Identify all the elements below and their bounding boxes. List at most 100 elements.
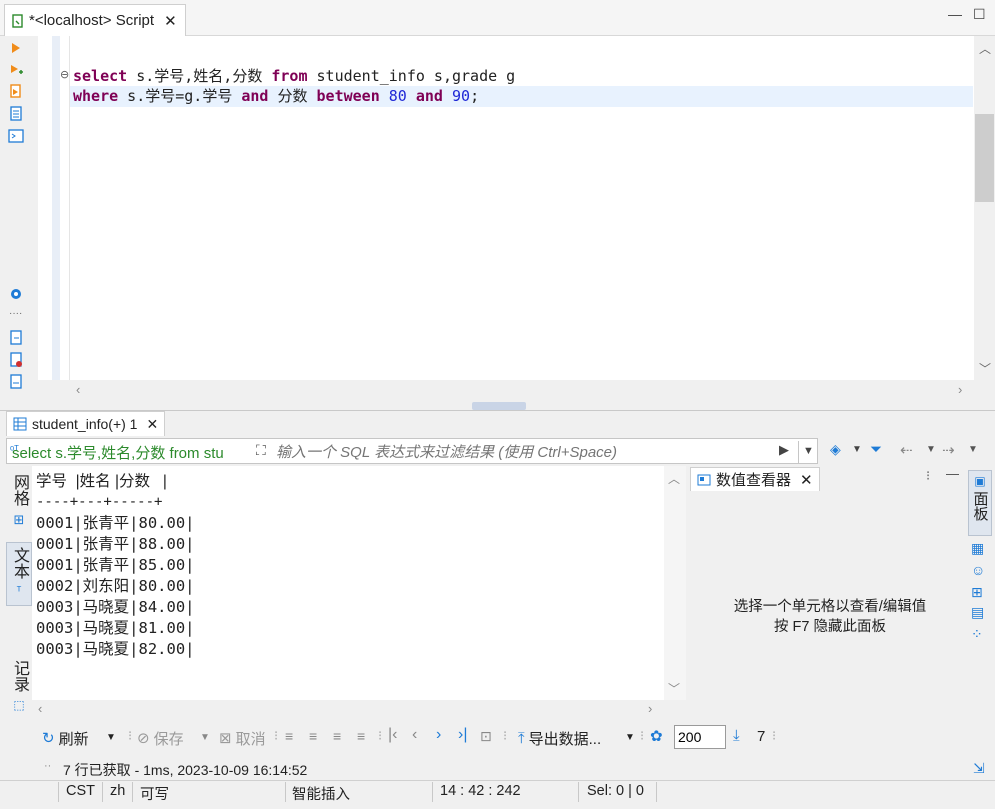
panel-toggle-icon[interactable]: ⇲ [973,760,985,777]
eraser-icon[interactable]: ◈ [830,441,841,458]
editor-ruler [52,36,60,380]
panels-icon: ▣ [974,474,986,488]
refresh-button[interactable]: ↻ 刷新 [42,728,89,748]
status-dots: ·· [44,760,52,772]
close-icon[interactable]: ✕ [146,416,158,433]
close-icon[interactable]: ✕ [164,12,177,30]
sql-keyword: select [73,67,128,85]
close-icon[interactable]: ✕ [800,471,813,489]
result-horizontal-scrollbar[interactable] [32,700,664,718]
save-label: 保存 [153,730,184,748]
scroll-up-icon[interactable]: ︿ [979,40,991,57]
execute-new-tab-icon[interactable] [8,62,24,78]
minimize-icon[interactable]: — [948,6,962,22]
tab-script[interactable]: *<localhost> Script ✕ [4,4,186,36]
toolbar-separator: ⁝ [128,728,133,743]
filter-history-dropdown-icon[interactable]: ▼ [798,441,818,463]
splitter-handle[interactable] [472,402,526,410]
editor-side-toolbar: ···· [4,36,28,389]
selection-status: Sel: 0 | 0 [587,783,644,799]
status-separator [285,782,286,802]
edit-row-icon[interactable]: ≡ [285,728,293,744]
locale-status: zh [110,783,126,799]
maximize-icon[interactable]: ☐ [973,6,986,23]
tab-record-label: 记录 [11,660,28,692]
tab-value-viewer[interactable]: 数值查看器 ✕ [690,467,820,491]
fetch-all-icon[interactable]: ⊡ [480,728,492,745]
first-page-icon[interactable]: |‹ [388,726,397,744]
add-row-icon[interactable]: ≡ [309,728,317,744]
fold-collapse-icon[interactable]: ⊖ [60,68,69,81]
settings-gear-icon[interactable] [8,286,24,302]
tab-record[interactable]: 记录 ⬚ [6,656,32,712]
save-button[interactable]: ⊘ 保存 [137,728,184,748]
next-icon[interactable]: › [436,726,441,744]
result-row: 0001|张青平|80.00| [36,514,195,532]
grid-pattern-icon[interactable]: ▦ [971,540,984,557]
scroll-left-icon[interactable]: ‹ [38,701,42,716]
toolbar-separator: ⁝ [503,728,508,743]
back-arrow-icon[interactable]: ⇠ [900,441,913,459]
load-script-icon[interactable] [8,330,24,346]
tab-value-viewer-label: 数值查看器 [716,472,792,489]
chevron-down-icon[interactable]: ▼ [926,444,936,455]
result-separator-line: ----+---+-----+ [36,494,163,510]
last-page-icon[interactable]: ›| [458,726,467,744]
export-data-button[interactable]: ⤒ 导出数据... [518,728,601,748]
settings-gear-icon[interactable]: ✿ [650,727,663,745]
apply-filter-icon[interactable]: ▶ [779,442,789,458]
filter-expand-icon[interactable]: ⛶ [256,442,266,459]
previous-icon[interactable]: ‹ [412,726,417,744]
editor-horizontal-scrollbar[interactable] [60,381,974,401]
result-row: 0001|张青平|85.00| [36,556,195,574]
tab-grid[interactable]: 网格 ⊞ [6,470,32,534]
refresh-icon: ↻ [42,730,55,747]
metadata-icon[interactable]: ⁘ [971,626,983,643]
tab-panels[interactable]: ▣ 面板 [968,470,992,536]
scroll-down-icon[interactable]: ﹀ [668,680,680,697]
reference-icon[interactable]: ☺ [971,562,985,578]
value-viewer-panel [688,466,966,720]
execute-script-icon[interactable] [8,84,24,100]
result-row: 0003|马晓夏|82.00| [36,640,195,658]
editor-scroll-thumb[interactable] [975,114,994,202]
delete-row-icon[interactable]: ≡ [357,728,365,744]
cancel-button[interactable]: ⊠ 取消 [219,728,266,748]
scroll-up-icon[interactable]: ︿ [668,470,680,487]
tab-text[interactable]: 文本 ᵀ [6,542,32,606]
panels-side-toolbar: ▣ 面板 ▦ ☺ ⊞ ▤ ⁘ [966,466,995,656]
result-vertical-scrollbar[interactable] [664,466,686,700]
editor-vertical-scrollbar[interactable] [974,36,995,380]
execute-statement-icon[interactable] [8,40,24,56]
chevron-down-icon[interactable]: ▼ [200,732,210,743]
view-menu-icon[interactable]: ⁝ [926,468,930,484]
scroll-right-icon[interactable]: › [648,701,652,716]
row-count-icon[interactable]: ⤓ [733,727,740,744]
scroll-left-icon[interactable]: ‹ [76,382,80,397]
chevron-down-icon[interactable]: ▼ [968,444,978,455]
explain-plan-icon[interactable] [8,106,24,122]
forward-arrow-icon[interactable]: ⇢ [942,441,955,459]
filter-expression-input[interactable] [276,442,766,462]
save-script-icon[interactable] [8,352,24,368]
export-script-icon[interactable] [8,374,24,390]
tab-results[interactable]: student_info(+) 1 ✕ [6,411,166,436]
scroll-down-icon[interactable]: ﹀ [979,360,991,377]
filter-funnel-icon[interactable]: ⏷ [870,441,882,458]
scroll-right-icon[interactable]: › [958,382,962,397]
fetch-size-input[interactable] [674,725,726,749]
sql-number: 80 [388,87,407,105]
value-viewer-message-line: 按 F7 隐藏此面板 [774,619,886,635]
tab-script-title: *<localhost> Script [29,12,155,29]
console-icon[interactable] [8,128,24,144]
chevron-down-icon[interactable]: ▼ [625,732,635,743]
layout-icon[interactable]: ▤ [971,604,984,621]
copy-row-icon[interactable]: ≡ [333,728,341,744]
chevron-down-icon[interactable]: ▼ [852,444,862,455]
chevron-down-icon[interactable]: ▼ [106,732,116,743]
result-view-switcher: 网格 ⊞ 文本 ᵀ 记录 ⬚ [6,466,32,712]
calc-icon[interactable]: ⊞ [971,584,983,601]
result-row: 0003|马晓夏|81.00| [36,619,195,637]
minimize-icon[interactable]: — [946,466,959,481]
sql-line-1: select s.学号,姓名,分数 from student_info s,gr… [73,66,515,87]
